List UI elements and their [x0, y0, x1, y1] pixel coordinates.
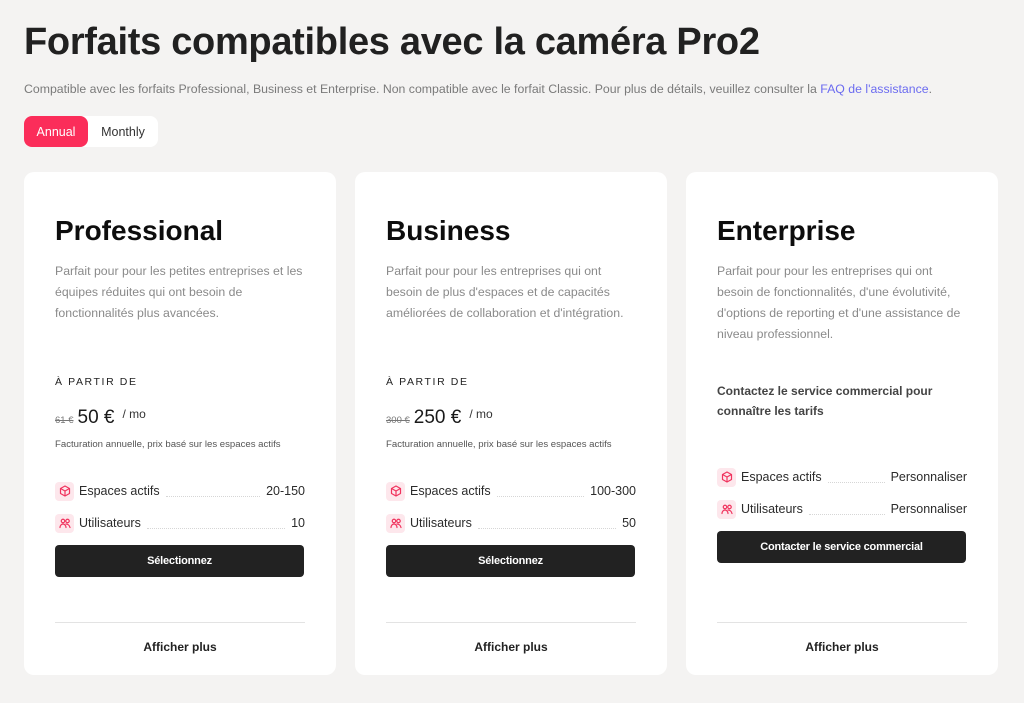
cube-icon: [717, 467, 736, 487]
contact-sales-text: Contactez le service commercial pour con…: [717, 384, 933, 418]
feature-label: Espaces actifs: [741, 470, 822, 484]
feature-label: Utilisateurs: [79, 516, 141, 530]
users-icon: [55, 513, 74, 533]
plan-card-enterprise: Enterprise Parfait pour pour les entrepr…: [686, 172, 998, 675]
cube-icon: [55, 481, 74, 501]
billing-note: Facturation annuelle, prix basé sur les …: [386, 439, 612, 450]
dotted-leader: [827, 471, 885, 483]
current-price: 250 €: [413, 407, 462, 428]
feature-label: Utilisateurs: [410, 516, 472, 530]
feature-label: Espaces actifs: [79, 484, 160, 498]
plan-card-business: Business Parfait pour pour les entrepris…: [355, 172, 667, 675]
page: Forfaits compatibles avec la caméra Pro2…: [0, 0, 1024, 675]
billing-toggle: Annual Monthly: [24, 116, 158, 147]
feature-row: Espaces actifs 100-300: [386, 481, 636, 501]
feature-row: Espaces actifs Personnaliser: [717, 467, 967, 487]
dotted-leader: [165, 485, 261, 497]
toggle-monthly[interactable]: Monthly: [88, 116, 158, 147]
toggle-annual[interactable]: Annual: [24, 116, 88, 147]
plan-name: Professional: [55, 215, 224, 246]
feature-row: Espaces actifs 20-150: [55, 481, 305, 501]
old-price: 300 €: [386, 415, 410, 426]
show-more-link[interactable]: Afficher plus: [24, 640, 336, 654]
page-title: Forfaits compatibles avec la caméra Pro2: [24, 21, 760, 63]
cube-icon: [386, 481, 405, 501]
select-button[interactable]: Sélectionnez: [55, 545, 304, 577]
dotted-leader: [808, 503, 885, 515]
feature-row: Utilisateurs 10: [55, 513, 305, 533]
show-more-link[interactable]: Afficher plus: [355, 640, 667, 654]
from-label: À PARTIR DE: [55, 376, 138, 388]
dotted-leader: [477, 517, 617, 529]
old-price: 61 €: [55, 415, 74, 426]
feature-list: Espaces actifs 20-150 Utilisateurs 10: [55, 481, 305, 533]
faq-link[interactable]: FAQ de l'assistance: [820, 82, 928, 96]
feature-value: 100-300: [590, 484, 636, 498]
select-button[interactable]: Sélectionnez: [386, 545, 635, 577]
plan-name: Enterprise: [717, 215, 856, 246]
feature-row: Utilisateurs Personnaliser: [717, 499, 967, 519]
price-period: / mo: [469, 407, 493, 421]
price-row: 61 € 50 € / mo: [55, 407, 305, 429]
dotted-leader: [146, 517, 286, 529]
plan-description: Parfait pour pour les petites entreprise…: [55, 264, 303, 320]
price-row: 300 € 250 € / mo: [386, 407, 636, 429]
plan-cards: Professional Parfait pour pour les petit…: [24, 172, 1000, 675]
price-period: / mo: [122, 407, 146, 421]
feature-list: Espaces actifs 100-300 Utilisateurs 50: [386, 481, 636, 533]
page-subtitle: Compatible avec les forfaits Professiona…: [24, 80, 1000, 98]
divider: [717, 622, 967, 623]
plan-name: Business: [386, 215, 511, 246]
from-label: À PARTIR DE: [386, 376, 469, 388]
feature-label: Espaces actifs: [410, 484, 491, 498]
plan-description: Parfait pour pour les entreprises qui on…: [386, 264, 624, 320]
plan-description: Parfait pour pour les entreprises qui on…: [717, 264, 961, 341]
divider: [386, 622, 636, 623]
feature-value: Personnaliser: [890, 502, 967, 516]
feature-list: Espaces actifs Personnaliser Utilisateur…: [717, 467, 967, 519]
feature-label: Utilisateurs: [741, 502, 803, 516]
divider: [55, 622, 305, 623]
subtitle-text: Compatible avec les forfaits Professiona…: [24, 82, 821, 96]
users-icon: [717, 499, 736, 519]
dotted-leader: [496, 485, 585, 497]
plan-card-professional: Professional Parfait pour pour les petit…: [24, 172, 336, 675]
feature-row: Utilisateurs 50: [386, 513, 636, 533]
feature-value: 50: [622, 516, 636, 530]
feature-value: 20-150: [266, 484, 305, 498]
contact-sales-button[interactable]: Contacter le service commercial: [717, 531, 966, 563]
users-icon: [386, 513, 405, 533]
feature-value: 10: [291, 516, 305, 530]
billing-note: Facturation annuelle, prix basé sur les …: [55, 439, 281, 450]
show-more-link[interactable]: Afficher plus: [686, 640, 998, 654]
feature-value: Personnaliser: [890, 470, 967, 484]
subtitle-end: .: [928, 82, 932, 96]
current-price: 50 €: [77, 407, 115, 428]
